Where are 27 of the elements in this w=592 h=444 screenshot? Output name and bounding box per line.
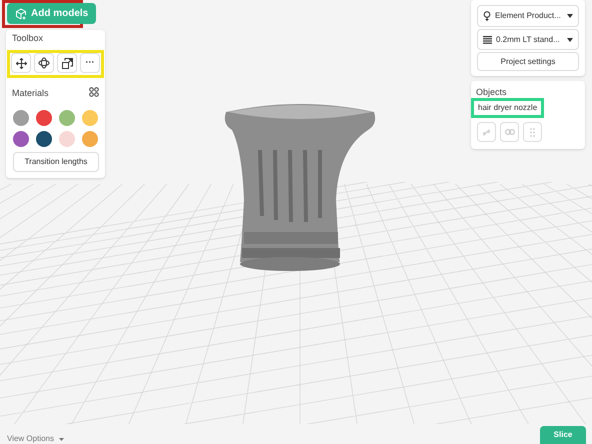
toolbox-title: Toolbox: [12, 32, 44, 45]
rotate-icon: [38, 57, 50, 69]
scale-icon: [62, 58, 72, 68]
view-options-toggle[interactable]: View Options: [7, 433, 64, 444]
caret-icon: [567, 38, 573, 42]
objects-title: Objects: [476, 86, 507, 99]
rotate-tool-button[interactable]: [34, 53, 54, 73]
link-button[interactable]: [500, 122, 519, 142]
printer-dropdown[interactable]: Element Product...: [477, 5, 579, 27]
profile-dropdown[interactable]: 0.2mm LT stand...: [477, 29, 579, 50]
link-button[interactable]: [477, 122, 496, 142]
nozzle-icon: [483, 10, 491, 22]
caret-icon: [59, 438, 64, 440]
object-list-item[interactable]: hair dryer nozzle: [471, 98, 544, 118]
scale-tool-button[interactable]: [57, 53, 77, 73]
drag-handle-button[interactable]: [523, 122, 542, 142]
project-settings-button[interactable]: Project settings: [477, 52, 579, 71]
materials-title: Materials: [12, 87, 49, 100]
caret-icon: [567, 14, 573, 18]
transition-lengths-button[interactable]: Transition lengths: [13, 152, 99, 172]
layers-icon: [483, 36, 492, 44]
dots-icon: [530, 128, 535, 136]
move-tool-button[interactable]: [11, 53, 31, 73]
move-arrows-icon: [16, 58, 26, 68]
more-tools-button[interactable]: ···: [80, 53, 100, 73]
cube-plus-icon: [15, 8, 27, 20]
grid-dots-icon: [89, 87, 99, 97]
